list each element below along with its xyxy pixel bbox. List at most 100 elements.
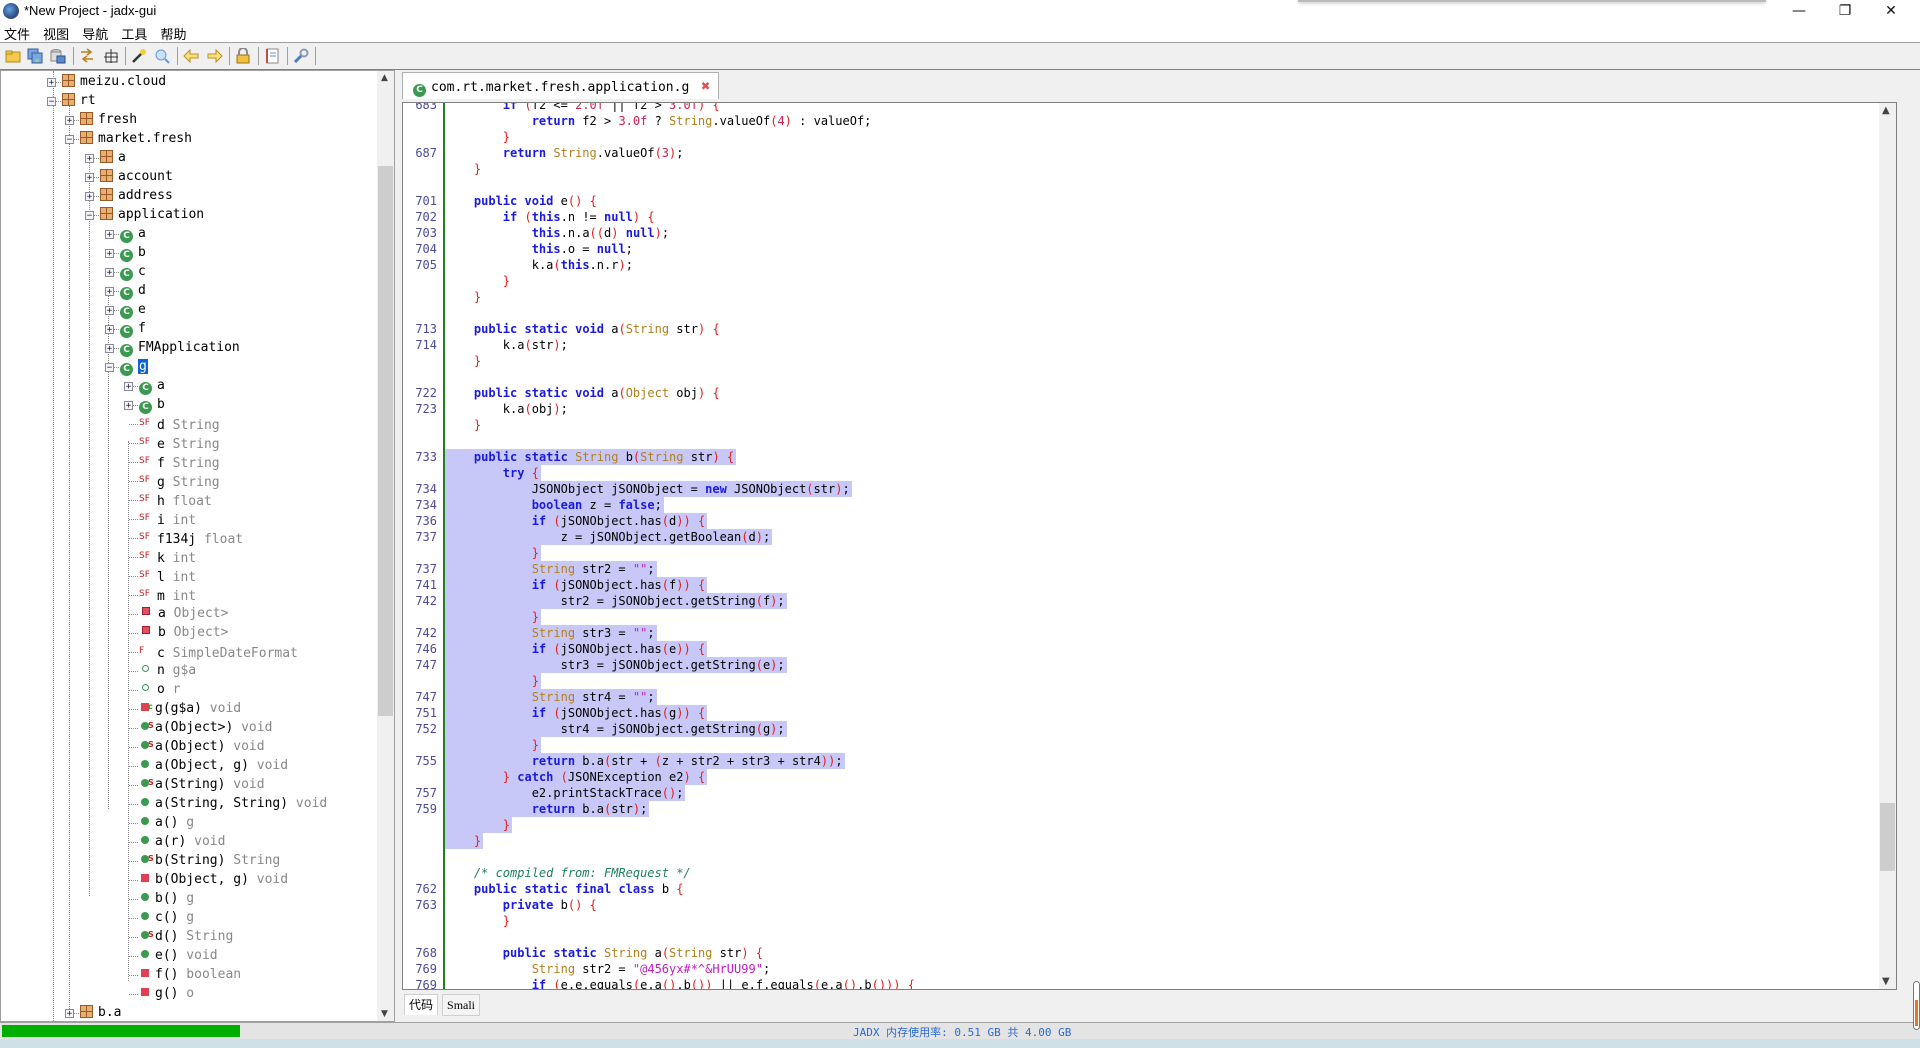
code-line[interactable] (403, 929, 1873, 945)
code-line[interactable]: } (403, 545, 1873, 561)
code-line[interactable]: return f2 > 3.0f ? String.valueOf(4) : v… (403, 113, 1873, 129)
tree-node[interactable]: C FMApplication (120, 338, 240, 357)
code-line[interactable]: 683 if (f2 <= 2.0f || f2 > 3.0f) { (403, 103, 1873, 113)
collapse-icon[interactable]: − (65, 135, 74, 145)
tree-node[interactable]: g() o (139, 984, 194, 1003)
tree-node[interactable]: fresh (80, 110, 137, 129)
menu-navigation[interactable]: 导航 (78, 22, 112, 43)
tree-node[interactable]: SF f String (139, 452, 220, 471)
export-icon[interactable] (50, 48, 66, 64)
code-line[interactable]: } (403, 673, 1873, 689)
forward-arrow-icon[interactable] (207, 48, 223, 64)
expand-icon[interactable]: + (65, 1009, 74, 1019)
tree-node[interactable]: Cf (120, 319, 146, 338)
tree-node[interactable]: b.a (80, 1003, 121, 1021)
expand-icon[interactable]: + (105, 325, 114, 335)
expand-icon[interactable]: + (124, 382, 133, 392)
tree-node[interactable]: Sa(Object) void (139, 737, 265, 756)
tree-node[interactable]: Sd() String (139, 927, 233, 946)
editor-vertical-scrollbar[interactable]: ▲ ▼ (1879, 103, 1896, 989)
code-line[interactable]: 714 k.a(str); (403, 337, 1873, 353)
tree-node[interactable]: Sa(Object>) void (139, 718, 272, 737)
code-line[interactable] (403, 177, 1873, 193)
code-line[interactable]: 737 String str2 = ""; (403, 561, 1873, 577)
tree-node[interactable]: SF h float (139, 490, 212, 509)
tab-smali[interactable]: Smali (442, 994, 481, 1016)
tree-node[interactable]: SF f134j float (139, 528, 243, 547)
code-line[interactable]: 742 str2 = jSONObject.getString(f); (403, 593, 1873, 609)
tree-node[interactable]: SF g String (139, 471, 220, 490)
tree-node[interactable]: Ca (120, 224, 146, 243)
code-line[interactable]: 763 private b() { (403, 897, 1873, 913)
collapse-icon[interactable]: − (105, 363, 114, 373)
minimize-button[interactable]: — (1776, 0, 1822, 22)
code-line[interactable]: 752 str4 = jSONObject.getString(g); (403, 721, 1873, 737)
tree-node[interactable]: SF d String (139, 414, 220, 433)
scroll-up-icon[interactable]: ▲ (1882, 105, 1890, 116)
tree-node[interactable]: Cg (120, 357, 148, 376)
expand-icon[interactable]: + (85, 192, 94, 202)
tree-node[interactable]: SF m int (139, 585, 196, 604)
code-line[interactable]: } (403, 129, 1873, 145)
tree-node[interactable]: o r (139, 680, 180, 699)
collapse-icon[interactable]: − (47, 97, 56, 107)
tree-node[interactable]: application (100, 205, 204, 224)
code-line[interactable]: 746 if (jSONObject.has(e)) { (403, 641, 1873, 657)
tree-node[interactable]: f() boolean (139, 965, 241, 984)
expand-icon[interactable]: + (65, 116, 74, 126)
search-icon[interactable] (154, 48, 170, 64)
tree-node[interactable]: a(String, String) void (139, 794, 327, 813)
tree-node[interactable]: SF l int (139, 566, 196, 585)
expand-icon[interactable]: + (105, 268, 114, 278)
tab-com-rt-market-fresh-application-g[interactable]: Ccom.rt.market.fresh.application.g ✖ (402, 72, 720, 99)
code-line[interactable]: 768 public static String a(String str) { (403, 945, 1873, 961)
code-line[interactable]: 705 k.a(this.n.r); (403, 257, 1873, 273)
tree-node[interactable]: c g(g$a) void (139, 699, 241, 718)
close-tab-icon[interactable]: ✖ (701, 73, 710, 99)
tree-node[interactable]: a() g (139, 813, 194, 832)
sync-tree-icon[interactable] (79, 48, 95, 64)
code-line[interactable]: try { (403, 465, 1873, 481)
decompile-wand-icon[interactable] (131, 48, 147, 64)
tree-node[interactable]: Cc (120, 262, 146, 281)
tab-code[interactable]: 代码 (404, 994, 439, 1015)
tree-node[interactable]: Ce (120, 300, 146, 319)
code-line[interactable]: 737 z = jSONObject.getBoolean(d); (403, 529, 1873, 545)
tree-node[interactable]: Sa(String) void (139, 775, 265, 794)
tree-node[interactable]: Ca (139, 376, 165, 395)
expand-icon[interactable]: + (85, 173, 94, 183)
code-line[interactable]: 741 if (jSONObject.has(f)) { (403, 577, 1873, 593)
code-line[interactable]: } (403, 353, 1873, 369)
menu-help[interactable]: 帮助 (156, 22, 190, 43)
code-line[interactable]: } (403, 737, 1873, 753)
log-viewer-icon[interactable] (264, 48, 280, 64)
code-line[interactable]: } (403, 833, 1873, 849)
code-line[interactable]: } (403, 817, 1873, 833)
tree-node[interactable]: meizu.cloud (62, 72, 166, 91)
expand-icon[interactable]: + (105, 287, 114, 297)
code-line[interactable] (403, 369, 1873, 385)
tree-node[interactable]: b Object> (139, 623, 228, 642)
code-line[interactable] (403, 433, 1873, 449)
open-file-icon[interactable] (5, 48, 21, 64)
code-line[interactable]: /* compiled from: FMRequest */ (403, 865, 1873, 881)
save-all-icon[interactable] (27, 48, 43, 64)
code-line[interactable]: 755 return b.a(str + (z + str2 + str3 + … (403, 753, 1873, 769)
code-line[interactable]: 703 this.n.a((d) null); (403, 225, 1873, 241)
code-line[interactable]: 751 if (jSONObject.has(g)) { (403, 705, 1873, 721)
tree-node[interactable]: a(Object, g) void (139, 756, 288, 775)
code-line[interactable]: } (403, 289, 1873, 305)
scroll-down-icon[interactable]: ▼ (381, 1009, 388, 1019)
back-arrow-icon[interactable] (183, 48, 199, 64)
expand-icon[interactable]: + (105, 230, 114, 240)
tree-scroll-thumb[interactable] (378, 166, 393, 716)
menu-file[interactable]: 文件 (0, 22, 34, 43)
code-line[interactable]: } (403, 609, 1873, 625)
code-line[interactable]: 736 if (jSONObject.has(d)) { (403, 513, 1873, 529)
code-line[interactable]: 687 return String.valueOf(3); (403, 145, 1873, 161)
tree-node[interactable]: SF k int (139, 547, 196, 566)
expand-icon[interactable]: + (105, 306, 114, 316)
menu-view[interactable]: 视图 (39, 22, 73, 43)
code-line[interactable]: 747 String str4 = ""; (403, 689, 1873, 705)
code-line[interactable] (403, 849, 1873, 865)
